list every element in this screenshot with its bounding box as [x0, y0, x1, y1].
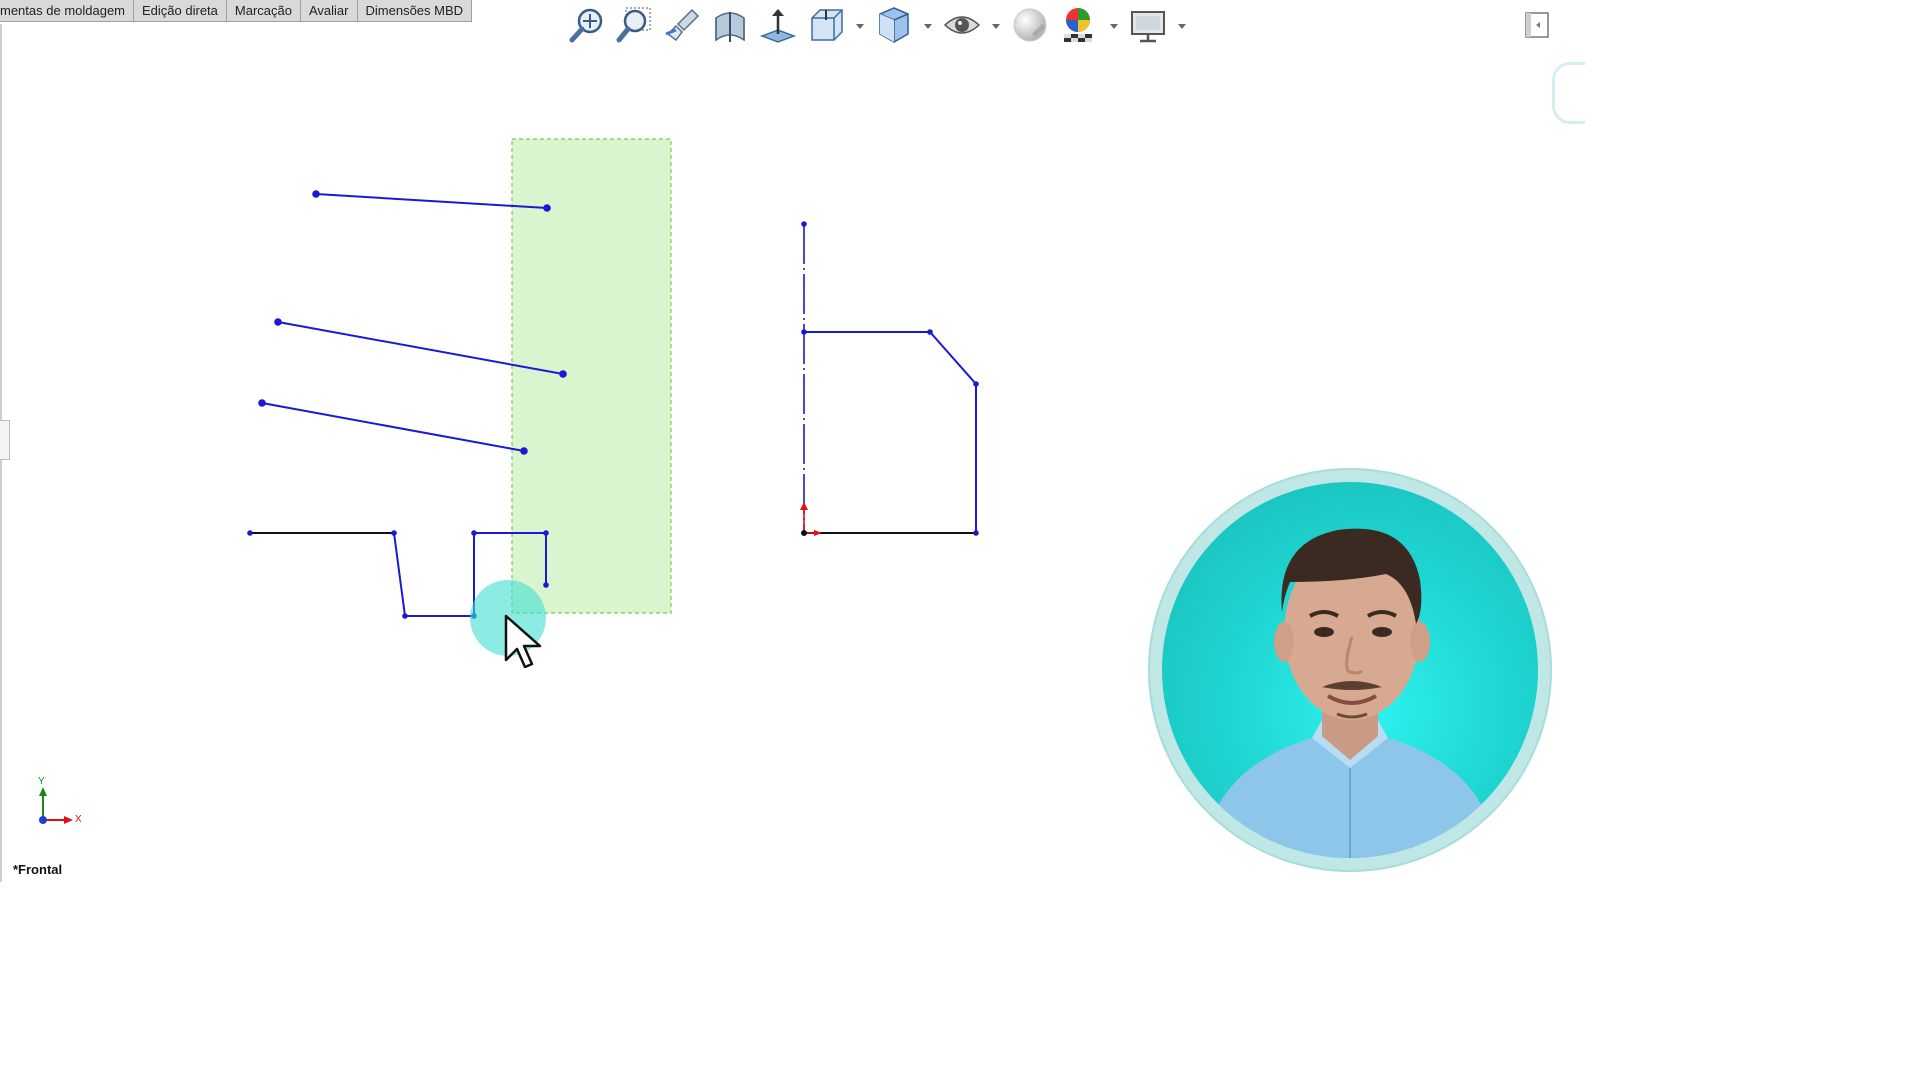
- sketch-point[interactable]: [471, 530, 477, 536]
- triad-x-label: X: [75, 814, 82, 825]
- triad-y-label: Y: [38, 776, 45, 787]
- sketch-point[interactable]: [247, 530, 253, 536]
- mouse-cursor: [466, 578, 556, 669]
- selection-box: [511, 138, 672, 614]
- sketch-point[interactable]: [973, 381, 979, 387]
- sketch-point[interactable]: [543, 204, 551, 212]
- sketch-point[interactable]: [391, 530, 397, 536]
- presenter-video: [1162, 482, 1538, 858]
- sketch-profile-right[interactable]: [804, 331, 977, 533]
- view-orientation-label: *Frontal: [13, 862, 63, 877]
- sketch-point[interactable]: [312, 190, 320, 198]
- sketch-point[interactable]: [543, 530, 549, 536]
- presenter-silhouette-icon: [1202, 528, 1498, 858]
- sketch-point[interactable]: [927, 329, 933, 335]
- sketch-point[interactable]: [258, 399, 266, 407]
- sketch-point[interactable]: [520, 447, 528, 455]
- sketch-point[interactable]: [402, 613, 408, 619]
- sketch-line-3[interactable]: [261, 402, 525, 452]
- sketch-point[interactable]: [801, 221, 807, 227]
- axis-triad-icon: [39, 787, 73, 824]
- webcam-overlay: [1148, 468, 1552, 872]
- sketch-point[interactable]: [274, 318, 282, 326]
- sketch-point[interactable]: [801, 329, 807, 335]
- sketch-point[interactable]: [559, 370, 567, 378]
- sketch-point[interactable]: [973, 530, 979, 536]
- sketch-origin-icon: [800, 502, 822, 536]
